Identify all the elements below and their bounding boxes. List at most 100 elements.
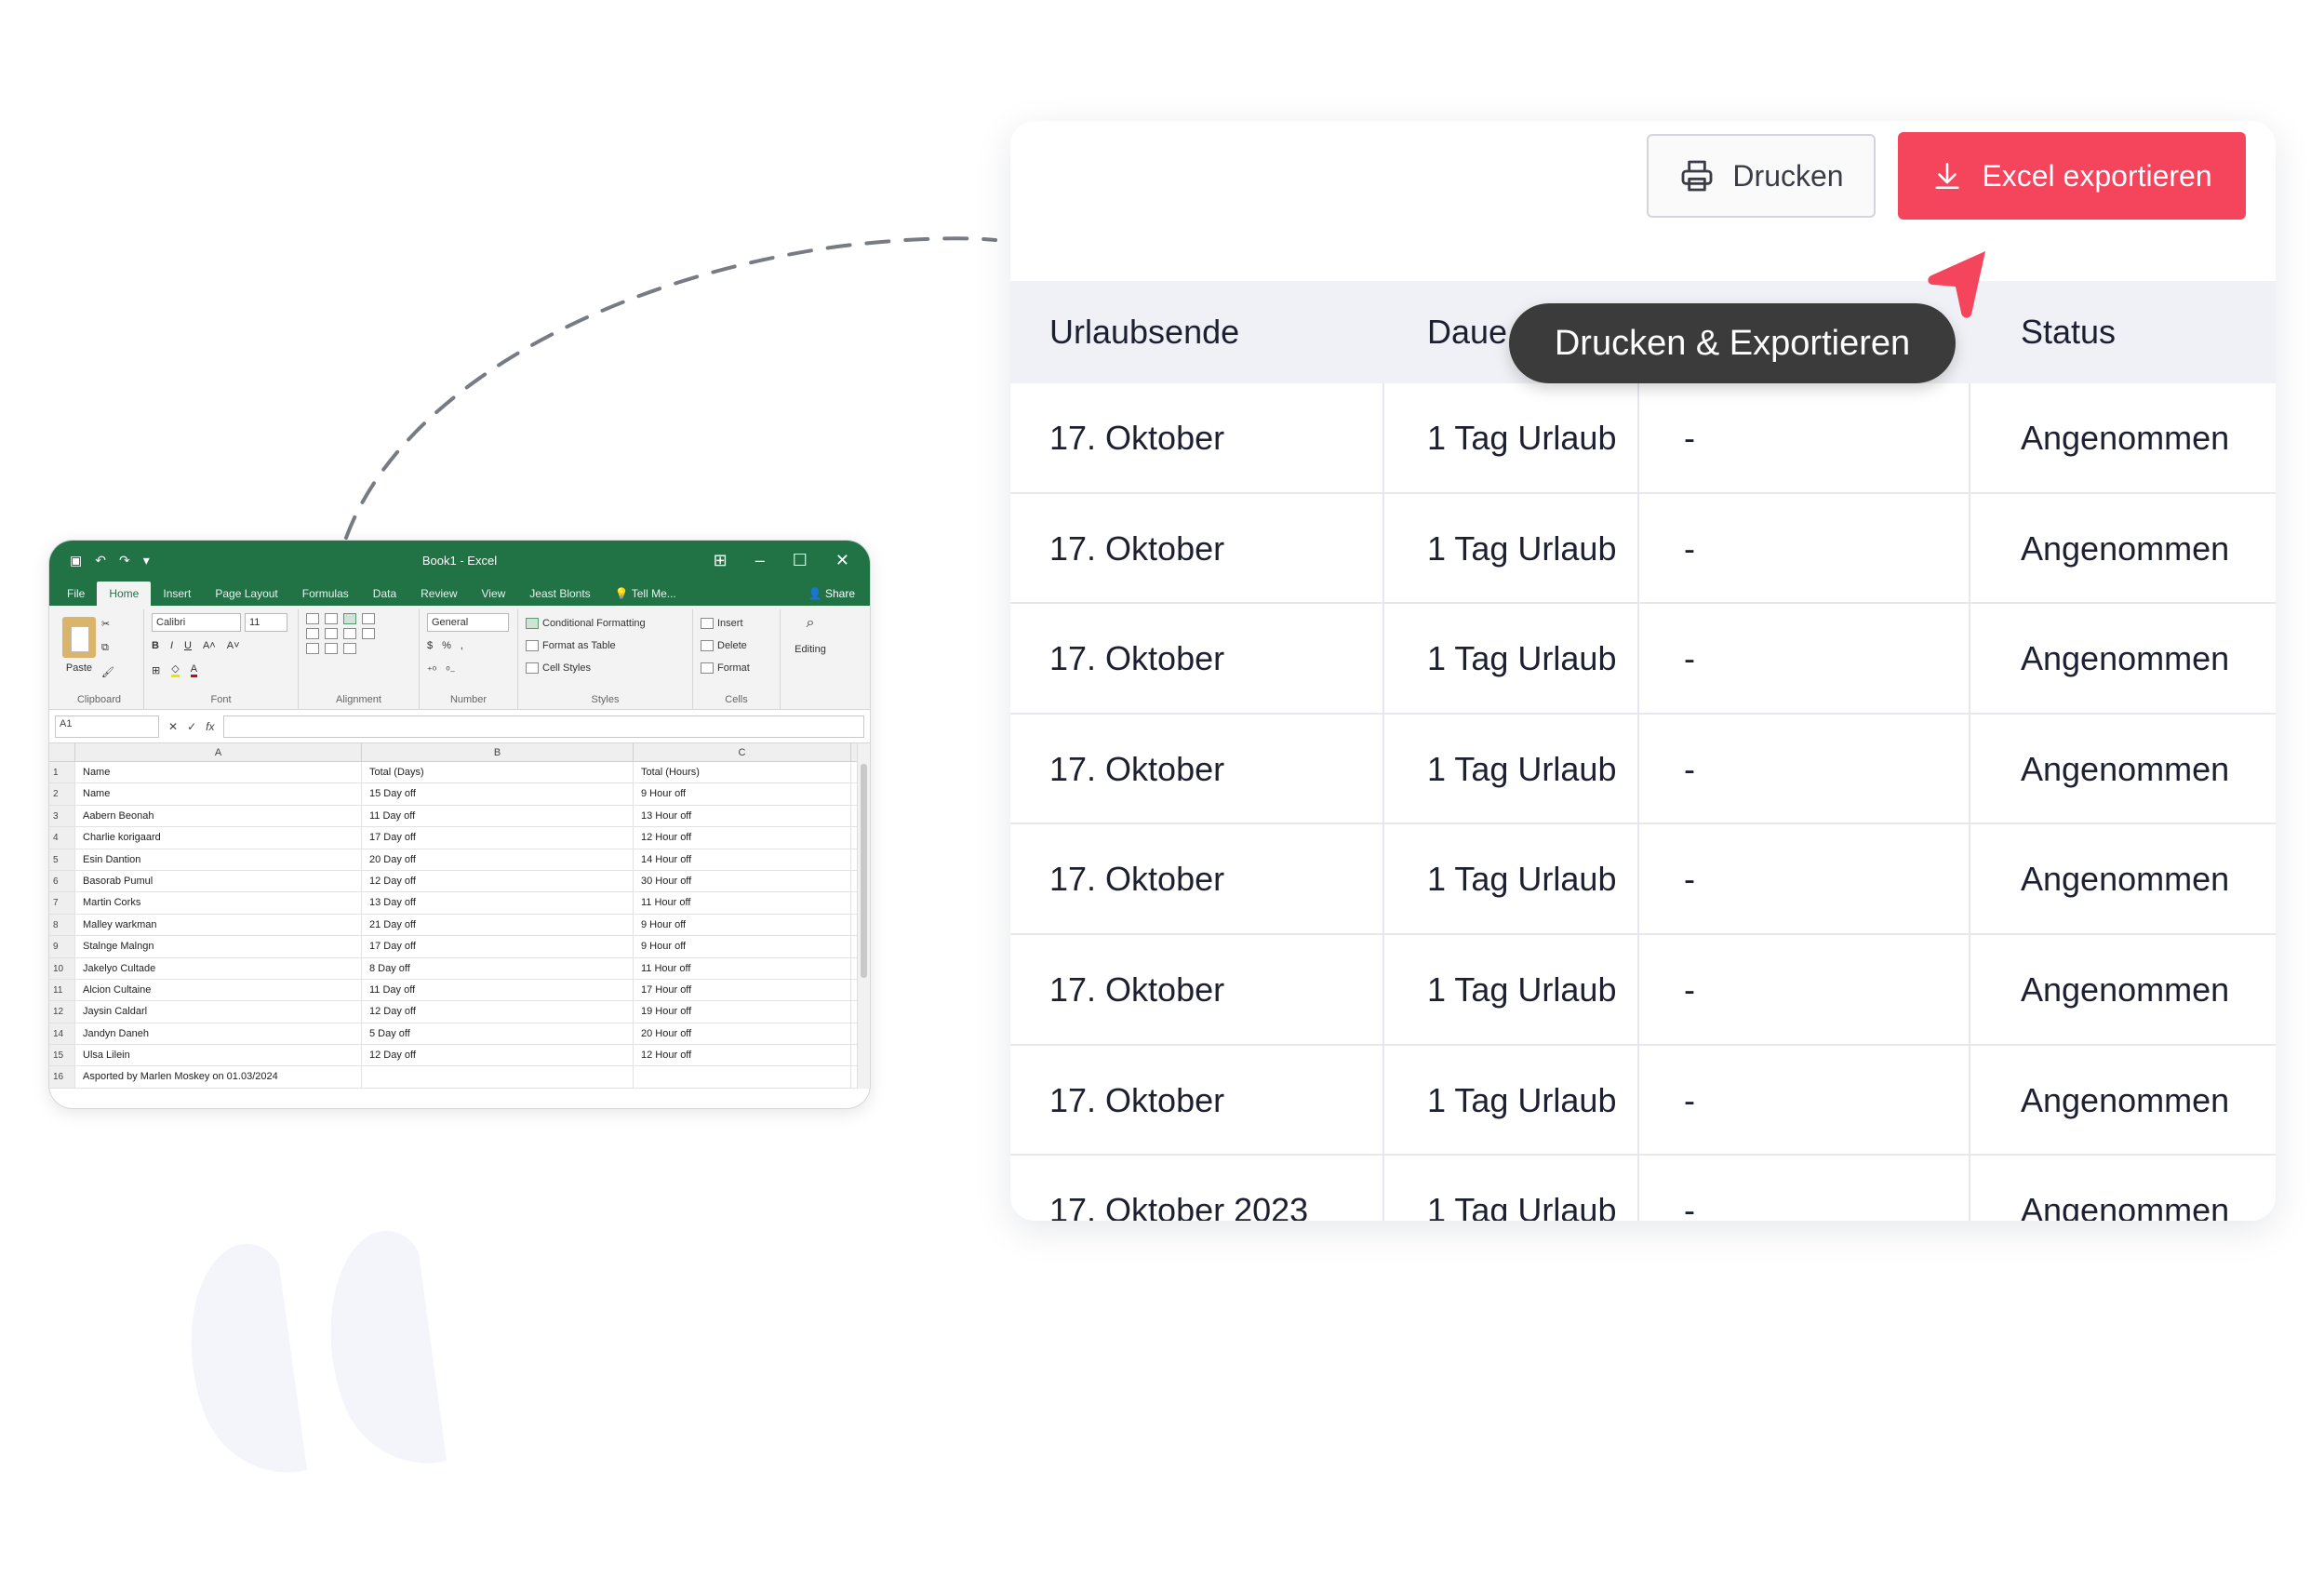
align-center-icon[interactable] bbox=[325, 628, 338, 639]
cell-styles-button[interactable]: Cell Styles bbox=[526, 658, 685, 678]
tab-page-layout[interactable]: Page Layout bbox=[203, 582, 289, 606]
table-row[interactable]: 17. Oktober 1 Tag Urlaub - Angenommen bbox=[1010, 1046, 2276, 1157]
cell-c[interactable]: 9 Hour off bbox=[634, 936, 851, 957]
row-number[interactable]: 10 bbox=[49, 957, 75, 979]
indent-increase-icon[interactable] bbox=[325, 643, 338, 654]
cell-a[interactable]: Martin Corks bbox=[75, 892, 362, 914]
cell-b[interactable]: 12 Day off bbox=[362, 870, 634, 892]
cell-a[interactable]: Jaysin Caldarl bbox=[75, 1001, 362, 1023]
cell-c[interactable]: 12 Hour off bbox=[634, 827, 851, 849]
conditional-formatting-button[interactable]: Conditional Formatting bbox=[526, 613, 685, 634]
wrap-text-icon[interactable] bbox=[362, 613, 375, 624]
cell-c[interactable]: 20 Hour off bbox=[634, 1023, 851, 1045]
tab-view[interactable]: View bbox=[470, 582, 518, 606]
cell-b[interactable]: 5 Day off bbox=[362, 1023, 634, 1045]
table-row[interactable]: 17. Oktober 1 Tag Urlaub - Angenommen bbox=[1010, 824, 2276, 935]
fill-color-icon[interactable]: ◇ bbox=[171, 662, 180, 677]
vertical-scrollbar[interactable] bbox=[857, 743, 870, 1089]
cell-b[interactable]: 21 Day off bbox=[362, 914, 634, 936]
font-family-select[interactable]: Calibri bbox=[152, 613, 241, 632]
cell-c[interactable]: 13 Hour off bbox=[634, 805, 851, 827]
row-number[interactable]: 8 bbox=[49, 914, 75, 936]
cell-c[interactable]: 9 Hour off bbox=[634, 783, 851, 805]
decrease-decimal-icon[interactable]: ⁰₋ bbox=[446, 664, 455, 676]
indent-decrease-icon[interactable] bbox=[306, 643, 319, 654]
tab-review[interactable]: Review bbox=[408, 582, 469, 606]
merge-icon[interactable] bbox=[362, 628, 375, 639]
row-number[interactable]: 12 bbox=[49, 1001, 75, 1023]
table-row[interactable]: 17. Oktober 1 Tag Urlaub - Angenommen bbox=[1010, 935, 2276, 1046]
row-number[interactable]: 2 bbox=[49, 783, 75, 805]
cell-a[interactable]: Stalnge Malngn bbox=[75, 936, 362, 957]
cell-c[interactable]: 11 Hour off bbox=[634, 892, 851, 914]
comma-icon[interactable]: , bbox=[461, 640, 463, 651]
share-button[interactable]: 👤 Share bbox=[794, 582, 870, 606]
table-row[interactable]: 17. Oktober 1 Tag Urlaub - Angenommen bbox=[1010, 383, 2276, 494]
underline-icon[interactable]: U bbox=[184, 640, 192, 651]
column-header-c[interactable]: C bbox=[634, 743, 851, 761]
cell-b[interactable]: 11 Day off bbox=[362, 979, 634, 1001]
cell-a[interactable]: Asported by Marlen Moskey on 01.03/2024 bbox=[75, 1066, 362, 1088]
cell-c[interactable]: 12 Hour off bbox=[634, 1045, 851, 1066]
cell-c[interactable] bbox=[634, 1066, 851, 1088]
header-urlaubsende[interactable]: Urlaubsende bbox=[1049, 281, 1239, 383]
tab-data[interactable]: Data bbox=[361, 582, 408, 606]
name-box[interactable]: A1 bbox=[55, 715, 159, 738]
number-format-select[interactable]: General bbox=[427, 613, 509, 632]
tab-tell-me[interactable]: 💡 Tell Me... bbox=[603, 582, 688, 606]
cell-b[interactable]: 11 Day off bbox=[362, 805, 634, 827]
increase-decimal-icon[interactable]: ⁺⁰ bbox=[427, 664, 436, 676]
align-left-icon[interactable] bbox=[306, 628, 319, 639]
row-number[interactable]: 6 bbox=[49, 870, 75, 892]
ribbon-group-editing[interactable]: ⌕ Editing bbox=[781, 609, 840, 709]
column-header-a[interactable]: A bbox=[75, 743, 362, 761]
enter-icon[interactable]: ✓ bbox=[187, 720, 196, 733]
shrink-font-icon[interactable]: A˅ bbox=[227, 640, 240, 651]
cell-b[interactable]: 8 Day off bbox=[362, 957, 634, 979]
tab-formulas[interactable]: Formulas bbox=[290, 582, 361, 606]
cell-c[interactable]: 14 Hour off bbox=[634, 849, 851, 870]
cell-a[interactable]: Jakelyo Cultade bbox=[75, 957, 362, 979]
row-number[interactable]: 9 bbox=[49, 936, 75, 957]
excel-export-button[interactable]: Excel exportieren bbox=[1898, 132, 2246, 220]
cell-a[interactable]: Charlie korigaard bbox=[75, 827, 362, 849]
align-right-icon[interactable] bbox=[343, 628, 356, 639]
print-button[interactable]: Drucken bbox=[1647, 134, 1876, 218]
cell-a[interactable]: Malley warkman bbox=[75, 914, 362, 936]
row-number[interactable]: 7 bbox=[49, 892, 75, 914]
column-header-b[interactable]: B bbox=[362, 743, 634, 761]
cell-a[interactable]: Jandyn Daneh bbox=[75, 1023, 362, 1045]
borders-icon[interactable]: ⊞ bbox=[152, 664, 160, 676]
cell-c[interactable]: 17 Hour off bbox=[634, 979, 851, 1001]
format-as-table-button[interactable]: Format as Table bbox=[526, 635, 685, 656]
grow-font-icon[interactable]: A˄ bbox=[203, 640, 216, 651]
cell-a[interactable]: Ulsa Lilein bbox=[75, 1045, 362, 1066]
format-cells-button[interactable]: Format bbox=[701, 658, 772, 678]
row-number[interactable]: 4 bbox=[49, 827, 75, 849]
cell-b[interactable]: 12 Day off bbox=[362, 1001, 634, 1023]
cell-a[interactable]: Aabern Beonah bbox=[75, 805, 362, 827]
bold-icon[interactable]: B bbox=[152, 640, 159, 651]
cell-c[interactable]: 19 Hour off bbox=[634, 1001, 851, 1023]
cell-a[interactable]: Name bbox=[75, 783, 362, 805]
cell-c[interactable]: 11 Hour off bbox=[634, 957, 851, 979]
tab-addins[interactable]: Jeast Blonts bbox=[517, 582, 602, 606]
header-dauer[interactable]: Daue bbox=[1427, 281, 1507, 383]
format-painter-icon[interactable]: 🖌 bbox=[101, 662, 114, 682]
cell-a[interactable]: Esin Dantion bbox=[75, 849, 362, 870]
cell-b[interactable]: 20 Day off bbox=[362, 849, 634, 870]
row-number[interactable]: 5 bbox=[49, 849, 75, 870]
orientation-icon[interactable] bbox=[343, 643, 356, 654]
fx-label[interactable]: fx bbox=[206, 720, 214, 733]
table-row[interactable]: 17. Oktober 1 Tag Urlaub - Angenommen bbox=[1010, 604, 2276, 715]
percent-icon[interactable]: % bbox=[442, 640, 451, 651]
cell-b[interactable]: 17 Day off bbox=[362, 936, 634, 957]
row-number[interactable]: 3 bbox=[49, 805, 75, 827]
select-all-corner[interactable] bbox=[49, 743, 75, 761]
cell-b[interactable]: 15 Day off bbox=[362, 783, 634, 805]
cell-b[interactable]: 17 Day off bbox=[362, 827, 634, 849]
align-top-icon[interactable] bbox=[306, 613, 319, 624]
cell-c[interactable]: 30 Hour off bbox=[634, 870, 851, 892]
table-row[interactable]: 17. Oktober 2023 1 Tag Urlaub - Angenommen bbox=[1010, 1156, 2276, 1221]
cell-b[interactable]: 12 Day off bbox=[362, 1045, 634, 1066]
